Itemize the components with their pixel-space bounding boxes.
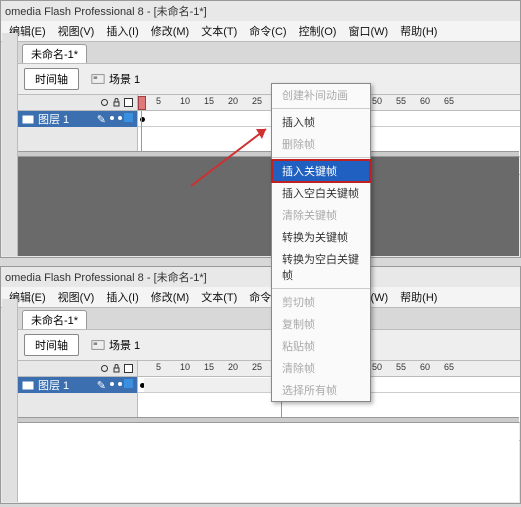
outline-icon[interactable] (124, 364, 133, 373)
ruler-55: 55 (396, 362, 406, 372)
menu-text[interactable]: 文本(T) (201, 23, 237, 39)
lock-dot (118, 382, 122, 386)
cm-copy-frames[interactable]: 复制帧 (272, 313, 370, 335)
cm-create-tween[interactable]: 创建补间动画 (272, 84, 370, 106)
pencil-icon: ✎ (97, 113, 106, 126)
menu-modify[interactable]: 修改(M) (151, 23, 190, 39)
document-tabs: 未命名-1* (18, 308, 520, 330)
ruler-25: 25 (252, 96, 262, 106)
stage-area[interactable] (18, 423, 519, 502)
cm-paste-frames[interactable]: 粘贴帧 (272, 335, 370, 357)
menu-insert[interactable]: 插入(I) (106, 23, 138, 39)
layer-icon (22, 113, 34, 125)
menu-bar: 编辑(E) 视图(V) 插入(I) 修改(M) 文本(T) 命令(C) 控制(O… (1, 21, 520, 42)
ruler-10: 10 (180, 362, 190, 372)
menu-help[interactable]: 帮助(H) (400, 289, 437, 305)
color-box (124, 113, 133, 122)
ruler-20: 20 (228, 362, 238, 372)
eye-icon[interactable] (100, 98, 109, 107)
panel-tabs: 时间轴 场景 1 (18, 64, 520, 95)
layer-row[interactable]: 图层 1 ✎ (18, 111, 137, 127)
document-tabs: 未命名-1* (18, 42, 520, 64)
ruler-55: 55 (396, 96, 406, 106)
ruler-20: 20 (228, 96, 238, 106)
eye-icon[interactable] (100, 364, 109, 373)
app-title: omedia Flash Professional 8 - [未命名-1*] (1, 1, 520, 21)
ruler-60: 60 (420, 96, 430, 106)
menu-window[interactable]: 窗口(W) (348, 23, 388, 39)
cm-cut-frames[interactable]: 剪切帧 (272, 291, 370, 313)
menu-text[interactable]: 文本(T) (201, 289, 237, 305)
layer-name: 图层 1 (38, 377, 69, 393)
ruler-65: 65 (444, 96, 454, 106)
tools-sidebar[interactable] (2, 33, 18, 256)
lock-icon[interactable] (112, 98, 121, 107)
menu-insert[interactable]: 插入(I) (106, 289, 138, 305)
cm-insert-frame[interactable]: 插入帧 (272, 111, 370, 133)
layer-header (18, 361, 137, 377)
layer-icon (22, 379, 34, 391)
menu-bar: 编辑(E) 视图(V) 插入(I) 修改(M) 文本(T) 命令(C) 控制(O… (1, 287, 520, 308)
scene-icon (91, 72, 105, 86)
tools-sidebar[interactable] (2, 299, 18, 502)
scene-name: 场景 1 (109, 71, 140, 87)
color-box (124, 379, 133, 388)
lock-dot (118, 116, 122, 120)
document-tab[interactable]: 未命名-1* (22, 44, 87, 63)
ruler-50: 50 (372, 362, 382, 372)
ruler-65: 65 (444, 362, 454, 372)
ruler-10: 10 (180, 96, 190, 106)
cm-clear-keyframe[interactable]: 清除关键帧 (272, 204, 370, 226)
layer-row[interactable]: 图层 1 ✎ (18, 377, 137, 393)
cm-clear-frames[interactable]: 清除帧 (272, 357, 370, 379)
pencil-icon: ✎ (97, 379, 106, 392)
ruler-60: 60 (420, 362, 430, 372)
scene-name: 场景 1 (109, 337, 140, 353)
context-menu: 创建补间动画 插入帧 删除帧 插入关键帧 插入空白关键帧 清除关键帧 转换为关键… (271, 83, 371, 402)
menu-commands[interactable]: 命令(C) (249, 23, 286, 39)
cm-sep (272, 157, 370, 158)
cm-convert-keyframe[interactable]: 转换为关键帧 (272, 226, 370, 248)
annotation-arrow (186, 121, 276, 191)
flash-window-2: omedia Flash Professional 8 - [未命名-1*] 编… (0, 266, 521, 504)
menu-control[interactable]: 控制(O) (299, 23, 337, 39)
ruler-50: 50 (372, 96, 382, 106)
ruler-5: 5 (156, 96, 161, 106)
timeline-tab[interactable]: 时间轴 (24, 334, 79, 356)
cm-remove-frame[interactable]: 删除帧 (272, 133, 370, 155)
flash-window-1: omedia Flash Professional 8 - [未命名-1*] 编… (0, 0, 521, 258)
scene-icon (91, 338, 105, 352)
layer-header (18, 95, 137, 111)
ruler-15: 15 (204, 96, 214, 106)
menu-modify[interactable]: 修改(M) (151, 289, 190, 305)
cm-sep (272, 108, 370, 109)
menu-view[interactable]: 视图(V) (58, 289, 95, 305)
cm-insert-blank-keyframe[interactable]: 插入空白关键帧 (272, 182, 370, 204)
ruler-25: 25 (252, 362, 262, 372)
ruler-15: 15 (204, 362, 214, 372)
outline-icon[interactable] (124, 98, 133, 107)
timeline-tab[interactable]: 时间轴 (24, 68, 79, 90)
frame-span[interactable] (144, 378, 277, 392)
app-title: omedia Flash Professional 8 - [未命名-1*] (1, 267, 520, 287)
ruler-5: 5 (156, 362, 161, 372)
lock-icon[interactable] (112, 364, 121, 373)
scene-label[interactable]: 场景 1 (91, 337, 140, 353)
menu-view[interactable]: 视图(V) (58, 23, 95, 39)
panel-tabs: 时间轴 场景 1 (18, 330, 520, 361)
cm-select-all-frames[interactable]: 选择所有帧 (272, 379, 370, 401)
menu-help[interactable]: 帮助(H) (400, 23, 437, 39)
vis-dot (110, 116, 114, 120)
layer-name: 图层 1 (38, 111, 69, 127)
cm-sep (272, 288, 370, 289)
cm-convert-blank-keyframe[interactable]: 转换为空白关键帧 (272, 248, 370, 286)
document-tab[interactable]: 未命名-1* (22, 310, 87, 329)
vis-dot (110, 382, 114, 386)
cm-insert-keyframe[interactable]: 插入关键帧 (272, 160, 370, 182)
playhead[interactable] (138, 96, 146, 110)
scene-label[interactable]: 场景 1 (91, 71, 140, 87)
